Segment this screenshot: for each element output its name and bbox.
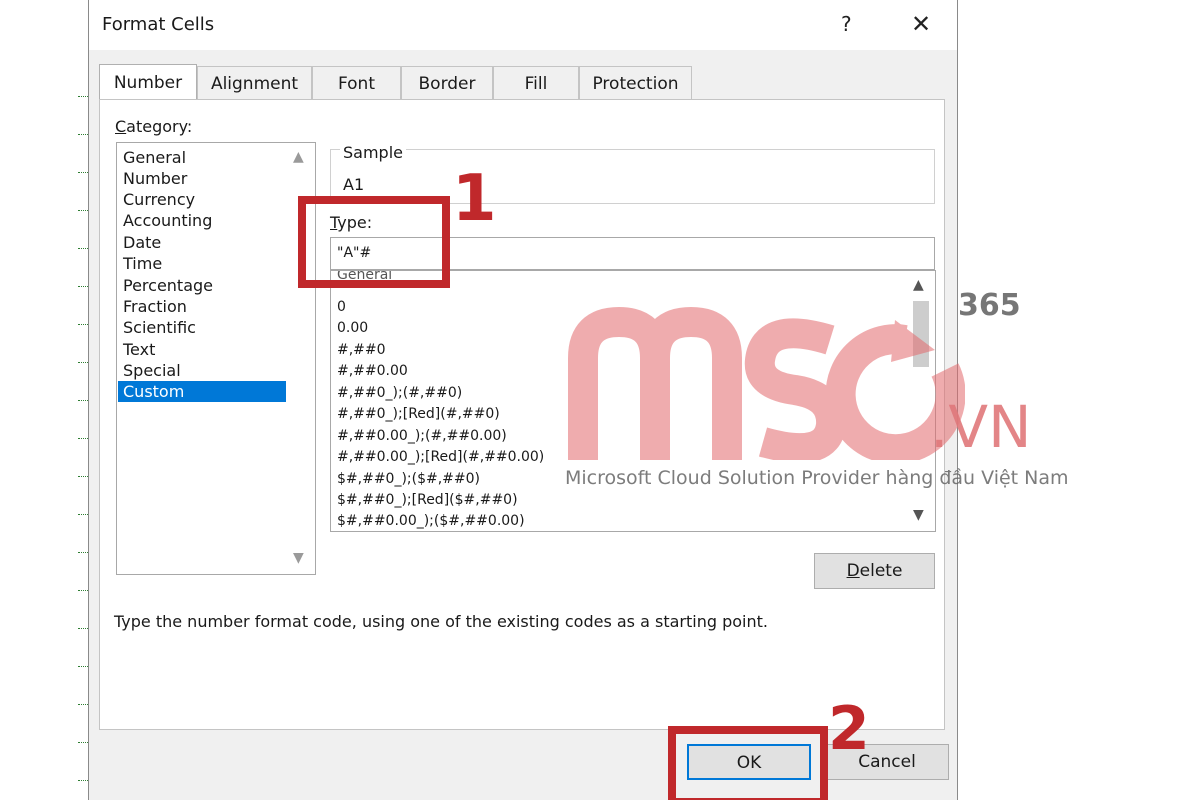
delete-button[interactable]: Delete [814, 553, 935, 589]
watermark-365: 365 [958, 288, 1021, 323]
format-item[interactable]: #,##0_);(#,##0) [337, 383, 462, 404]
scroll-up-icon[interactable]: ▲ [293, 149, 304, 165]
grid-line [78, 742, 88, 743]
tab-font[interactable]: Font [312, 66, 401, 100]
category-list[interactable]: General Number Currency Accounting Date … [116, 142, 316, 575]
format-item[interactable]: $#,##0.00_);($#,##0.00) [337, 511, 525, 531]
category-item[interactable]: Text [118, 339, 286, 360]
category-item[interactable]: Date [118, 232, 286, 253]
grid-line [78, 362, 88, 363]
grid-line [78, 704, 88, 705]
grid-line [78, 324, 88, 325]
category-item[interactable]: General [118, 147, 286, 168]
scroll-down-icon[interactable]: ▼ [293, 550, 304, 566]
sample-label: Sample [340, 143, 406, 162]
format-item[interactable]: #,##0.00 [337, 361, 408, 382]
format-item[interactable]: #,##0.00_);[Red](#,##0.00) [337, 447, 544, 468]
title-bar: Format Cells ? ✕ [89, 0, 957, 50]
grid-line [78, 438, 88, 439]
step1-highlight [298, 196, 450, 288]
category-label: Category: [115, 117, 193, 136]
grid-line [78, 666, 88, 667]
step2-number: 2 [828, 694, 870, 764]
tab-number[interactable]: Number [99, 64, 197, 100]
category-item[interactable]: Percentage [118, 275, 286, 296]
format-cells-dialog: Format Cells ? ✕ Number Alignment Font B… [88, 0, 958, 800]
format-item[interactable]: 0 [337, 297, 346, 318]
format-item[interactable]: #,##0 [337, 340, 386, 361]
grid-line [78, 172, 88, 173]
close-icon[interactable]: ✕ [911, 10, 931, 38]
grid-line [78, 780, 88, 781]
step2-highlight [668, 726, 828, 800]
category-item[interactable]: Accounting [118, 210, 286, 231]
category-item-custom[interactable]: Custom [118, 381, 286, 402]
format-code-list[interactable]: General 0 0.00 #,##0 #,##0.00 #,##0_);(#… [330, 270, 936, 532]
category-item[interactable]: Time [118, 253, 286, 274]
scroll-up-icon[interactable]: ▲ [913, 277, 924, 293]
format-item[interactable]: $#,##0_);($#,##0) [337, 469, 480, 490]
category-item[interactable]: Number [118, 168, 286, 189]
grid-line [78, 96, 88, 97]
format-item[interactable]: #,##0.00_);(#,##0.00) [337, 426, 507, 447]
sample-value: A1 [343, 175, 365, 194]
grid-line [78, 286, 88, 287]
number-tab-panel: Category: General Number Currency Accoun… [99, 99, 945, 730]
hint-text: Type the number format code, using one o… [114, 612, 768, 631]
spreadsheet-background [0, 0, 88, 800]
step1-number: 1 [452, 162, 497, 236]
category-item[interactable]: Special [118, 360, 286, 381]
grid-line [78, 248, 88, 249]
grid-line [78, 628, 88, 629]
category-item[interactable]: Fraction [118, 296, 286, 317]
tab-alignment[interactable]: Alignment [197, 66, 312, 100]
grid-line [78, 552, 88, 553]
grid-line [78, 400, 88, 401]
format-item[interactable]: #,##0_);[Red](#,##0) [337, 404, 500, 425]
format-item[interactable]: $#,##0_);[Red]($#,##0) [337, 490, 518, 511]
format-list-scrollbar[interactable]: ▲ ▼ [907, 271, 935, 531]
tab-border[interactable]: Border [401, 66, 493, 100]
category-item[interactable]: Currency [118, 189, 286, 210]
scroll-down-icon[interactable]: ▼ [913, 507, 924, 523]
grid-line [78, 514, 88, 515]
grid-line [78, 210, 88, 211]
tab-protection[interactable]: Protection [579, 66, 692, 100]
format-item[interactable]: 0.00 [337, 318, 368, 339]
grid-line [78, 476, 88, 477]
category-item[interactable]: Scientific [118, 317, 286, 338]
tab-fill[interactable]: Fill [493, 66, 579, 100]
grid-line [78, 590, 88, 591]
grid-line [78, 134, 88, 135]
scroll-thumb[interactable] [913, 301, 929, 367]
dialog-title: Format Cells [102, 14, 215, 35]
help-button[interactable]: ? [841, 12, 852, 36]
